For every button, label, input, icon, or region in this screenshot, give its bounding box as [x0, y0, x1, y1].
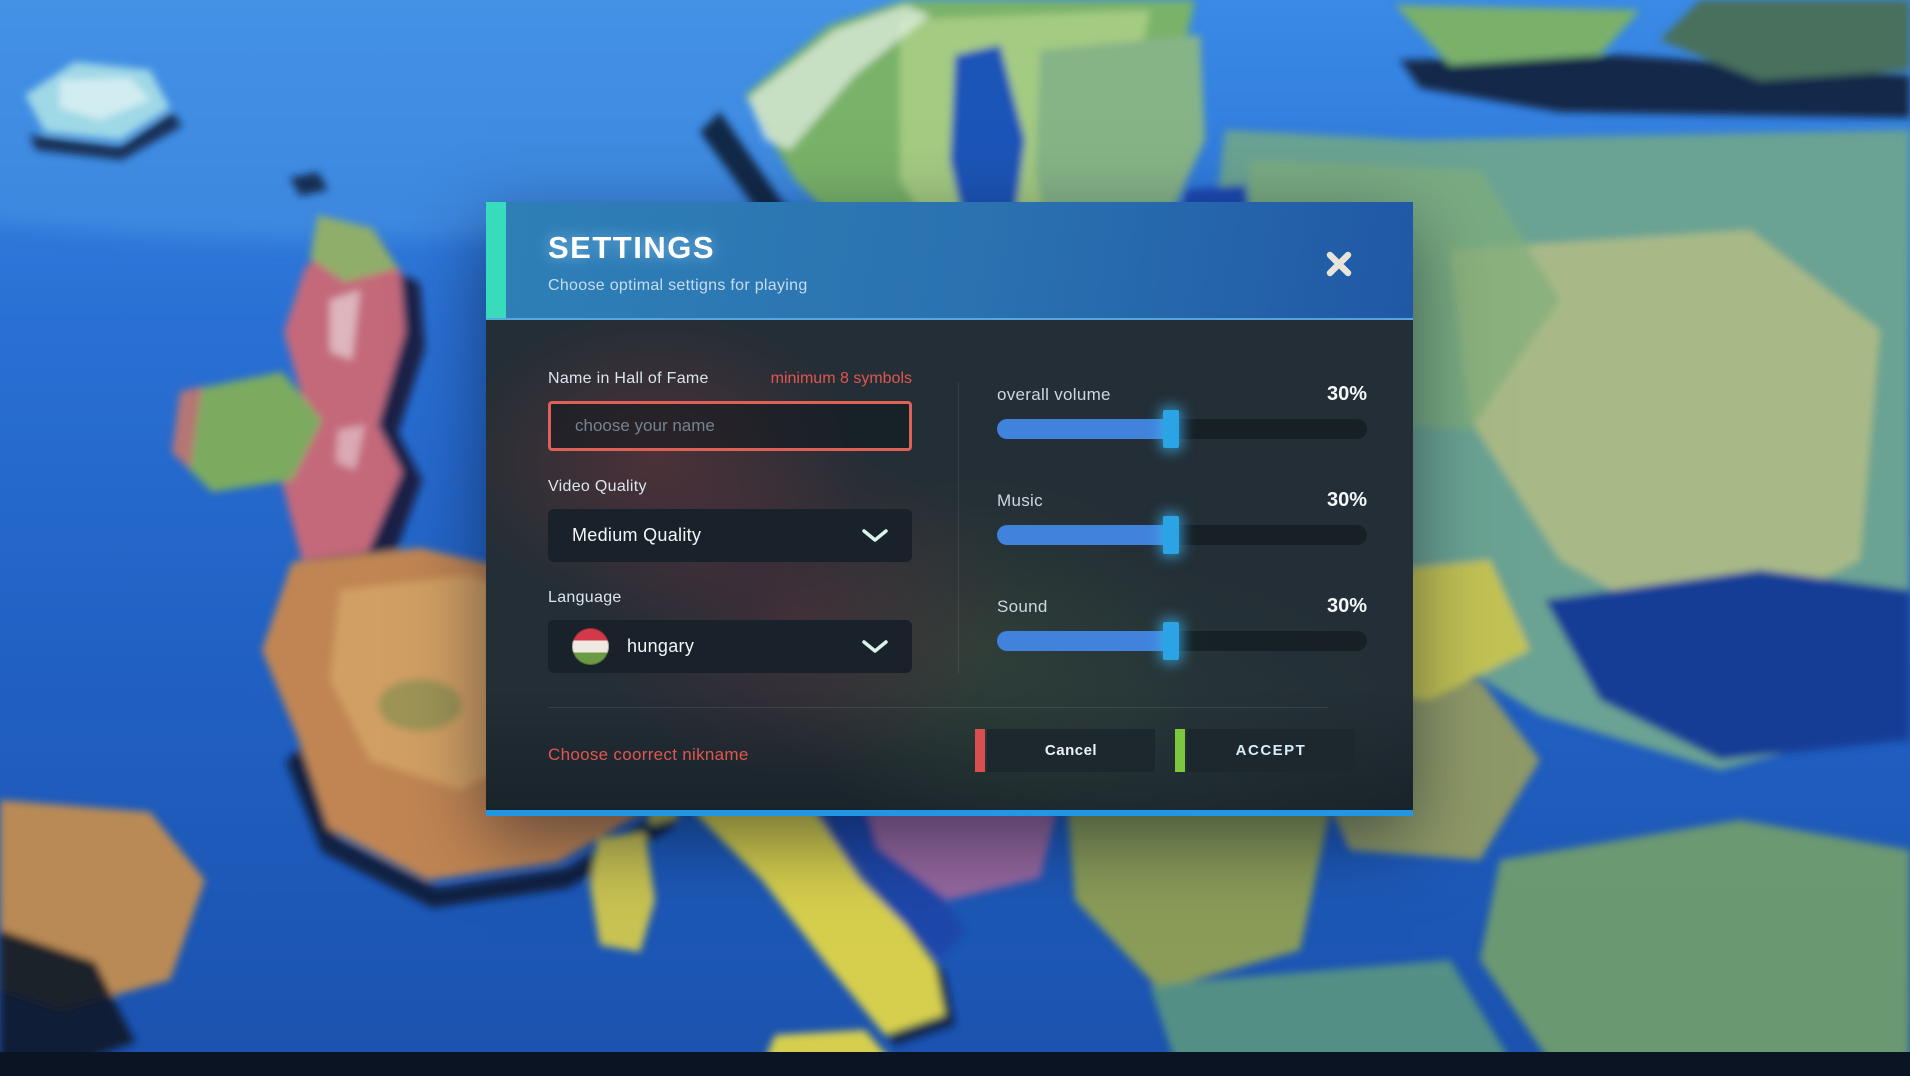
name-input[interactable]: [548, 401, 912, 451]
dialog-subtitle: Choose optimal settigns for playing: [548, 277, 808, 295]
slider-fill: [997, 631, 1171, 651]
slider-handle[interactable]: [1163, 410, 1179, 448]
language-value: hungary: [627, 636, 694, 657]
cancel-accent-bar: [975, 729, 985, 772]
accept-accent-bar: [1175, 729, 1185, 772]
dialog-body: Name in Hall of Fame minimum 8 symbols V…: [486, 320, 1413, 810]
column-divider: [958, 382, 959, 674]
slider-handle[interactable]: [1163, 622, 1179, 660]
name-validation-hint: minimum 8 symbols: [771, 370, 912, 388]
settings-dialog: SETTINGS Choose optimal settigns for pla…: [486, 202, 1413, 816]
nickname-error-message: Choose coorrect nikname: [548, 745, 749, 765]
music-volume-value: 30%: [1327, 489, 1367, 512]
chevron-down-icon: [862, 529, 888, 543]
game-screen: SETTINGS Choose optimal settigns for pla…: [0, 0, 1910, 1076]
overall-volume-slider[interactable]: [997, 419, 1367, 439]
video-quality-value: Medium Quality: [572, 525, 701, 546]
language-dropdown[interactable]: hungary: [548, 620, 912, 673]
header-accent-bar: [486, 202, 506, 318]
close-button[interactable]: [1321, 246, 1357, 282]
language-label: Language: [548, 589, 912, 607]
slider-fill: [997, 419, 1171, 439]
video-quality-label: Video Quality: [548, 478, 912, 496]
sound-volume-slider[interactable]: [997, 631, 1367, 651]
close-icon: [1324, 249, 1354, 279]
dialog-title: SETTINGS: [548, 230, 808, 266]
music-volume-label: Music: [997, 491, 1043, 511]
slider-fill: [997, 525, 1171, 545]
accept-button-label: ACCEPT: [1236, 742, 1307, 759]
video-quality-dropdown[interactable]: Medium Quality: [548, 509, 912, 562]
cancel-button[interactable]: Cancel: [975, 729, 1155, 772]
sound-volume-value: 30%: [1327, 595, 1367, 618]
overall-volume-value: 30%: [1327, 383, 1367, 406]
chevron-down-icon: [862, 640, 888, 654]
dialog-bottom-accent-bar: [486, 810, 1413, 816]
music-volume-slider[interactable]: [997, 525, 1367, 545]
overall-volume-label: overall volume: [997, 385, 1111, 405]
accept-button[interactable]: ACCEPT: [1175, 729, 1355, 772]
hungary-flag-icon: [572, 628, 609, 665]
slider-handle[interactable]: [1163, 516, 1179, 554]
dialog-header: SETTINGS Choose optimal settigns for pla…: [486, 202, 1413, 320]
sound-volume-label: Sound: [997, 597, 1048, 617]
name-field-label: Name in Hall of Fame: [548, 370, 709, 388]
cancel-button-label: Cancel: [1045, 742, 1097, 759]
footer-divider: [548, 707, 1328, 708]
